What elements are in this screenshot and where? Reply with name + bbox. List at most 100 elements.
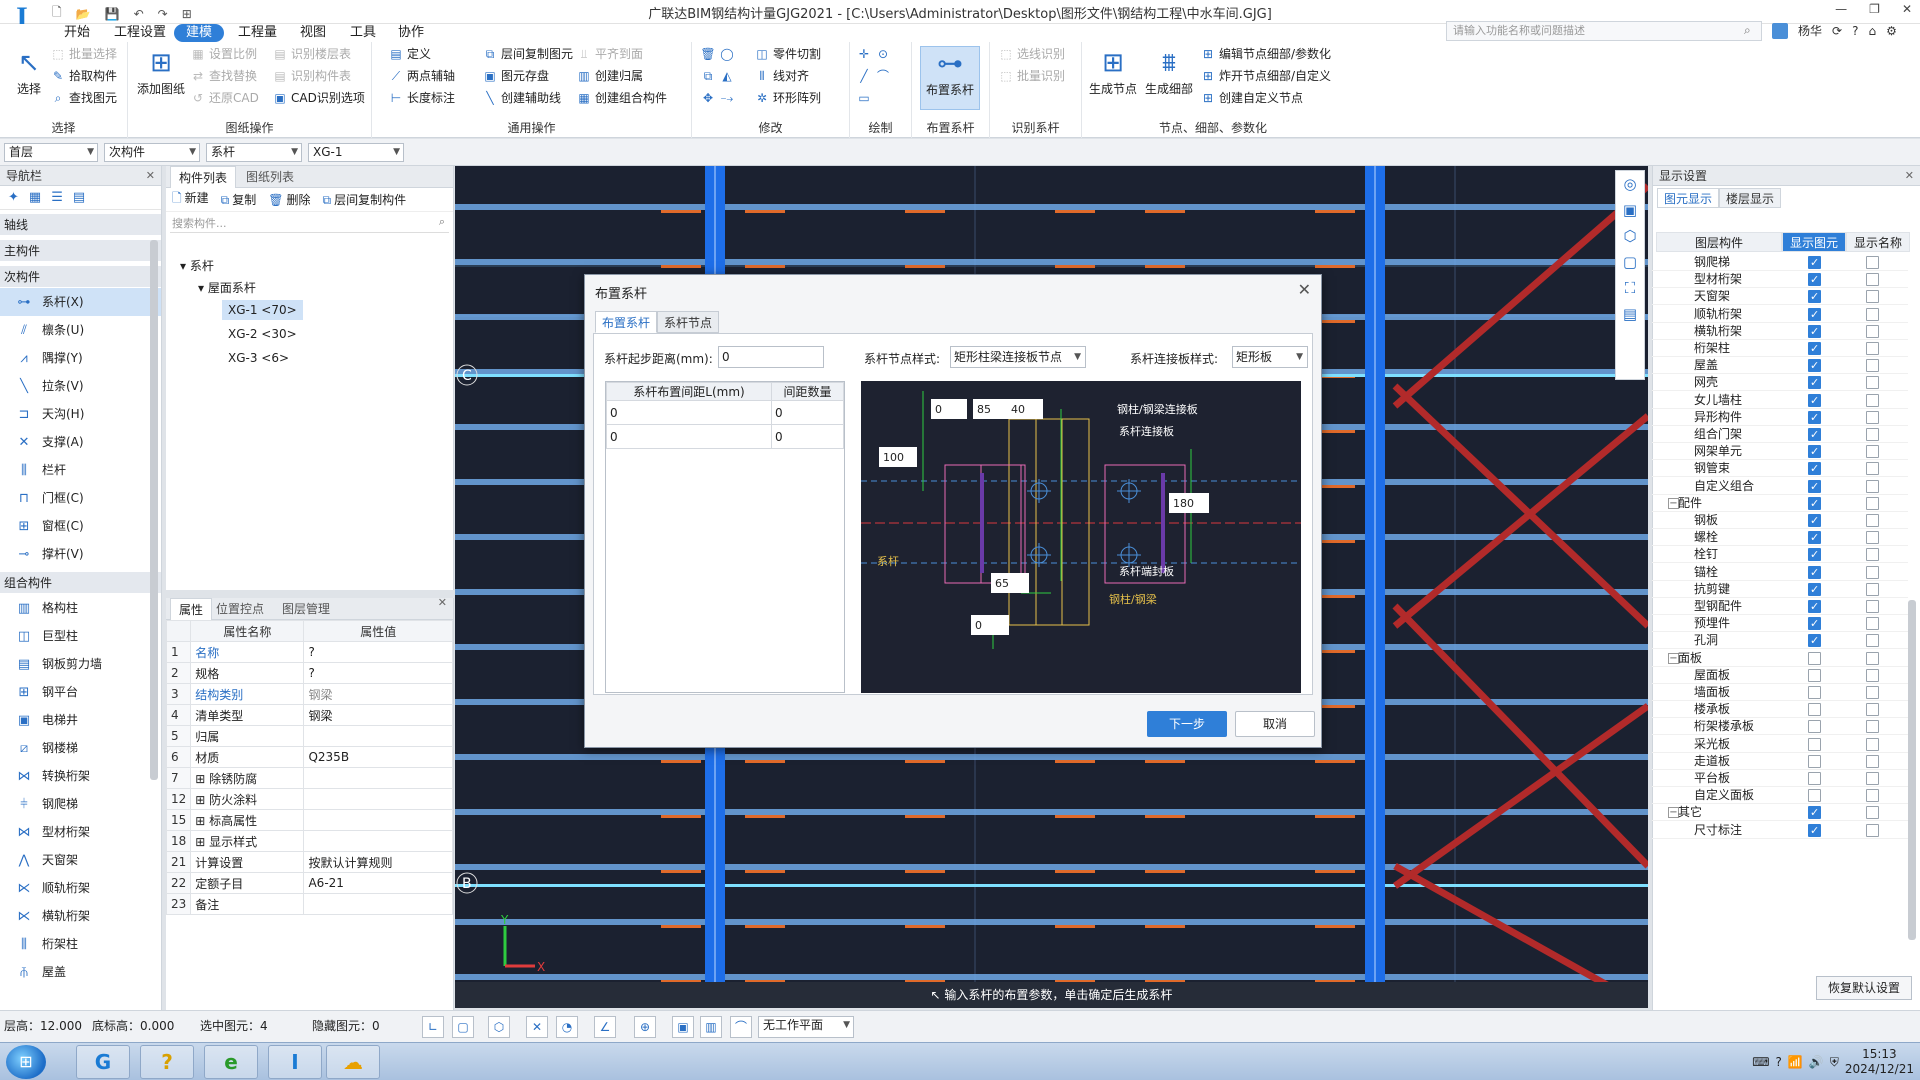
- show-name-checkbox[interactable]: [1866, 462, 1879, 476]
- expand-icon[interactable]: ⊞: [195, 793, 209, 807]
- list-item[interactable]: 螺栓: [1652, 529, 1908, 547]
- create-ownership-button[interactable]: ▥ 创建归属: [576, 66, 643, 86]
- show-name-checkbox[interactable]: [1866, 531, 1879, 545]
- list-item[interactable]: 预埋件: [1652, 615, 1908, 633]
- table-row[interactable]: 3 结构类别 钢梁: [165, 683, 453, 705]
- show-name-checkbox[interactable]: [1866, 256, 1879, 269]
- show-element-checkbox[interactable]: [1808, 720, 1821, 734]
- taskbar-app-browser[interactable]: e: [204, 1045, 258, 1079]
- list-item[interactable]: 钢爬梯: [1652, 254, 1908, 271]
- cad-identify-options-button[interactable]: ▣ CAD识别选项: [272, 88, 365, 108]
- show-element-checkbox[interactable]: [1808, 443, 1821, 460]
- show-element-checkbox[interactable]: [1808, 512, 1821, 529]
- insert-icon[interactable]: ⊕: [634, 1016, 656, 1038]
- tab-arrange-tie-bar[interactable]: 布置系杆: [595, 311, 658, 333]
- explode-node-button[interactable]: ⊞ 炸开节点细部/自定义: [1200, 66, 1331, 86]
- ortho-icon[interactable]: ∟: [422, 1016, 444, 1038]
- copy-component-button[interactable]: ⧉ 复制: [221, 191, 257, 208]
- show-element-checkbox[interactable]: [1808, 546, 1821, 563]
- select-button[interactable]: ↖ 选择: [2, 46, 56, 97]
- nav-cat-axis[interactable]: 轴线: [0, 214, 161, 236]
- function-search-input[interactable]: 请输入功能名称或问题描述: [1446, 21, 1762, 41]
- list-item[interactable]: 顺轨桁架: [1652, 306, 1908, 323]
- show-name-checkbox[interactable]: [1866, 668, 1879, 682]
- nav-item-combo-12[interactable]: ⫼ 桁架柱: [0, 930, 161, 958]
- list-item[interactable]: 栓钉: [1652, 546, 1908, 564]
- copy-tool[interactable]: ⧉ ◭: [700, 66, 738, 86]
- close-icon[interactable]: ✕: [1905, 166, 1914, 186]
- nav-item-combo-0[interactable]: ▥ 格构柱: [0, 594, 161, 622]
- table-row[interactable]: 5 归属: [165, 725, 453, 747]
- show-name-checkbox[interactable]: [1866, 548, 1879, 562]
- line-align-button[interactable]: ⫴ 线对齐: [754, 66, 809, 86]
- list-item[interactable]: 组合门架: [1652, 426, 1908, 443]
- show-element-checkbox[interactable]: [1808, 703, 1821, 717]
- type-select[interactable]: 系杆 ▼: [206, 143, 302, 162]
- restore-cad-button[interactable]: ↺ 还原CAD: [190, 88, 259, 108]
- show-element-checkbox[interactable]: [1808, 409, 1821, 426]
- show-element-checkbox[interactable]: [1808, 598, 1821, 615]
- arrange-tie-bar-button[interactable]: ⊶ 布置系杆: [920, 46, 980, 110]
- show-name-checkbox[interactable]: [1866, 342, 1879, 355]
- nav-item-secondary-7[interactable]: ⊓ 门框(C): [0, 484, 161, 512]
- taskbar-app-gjg[interactable]: I: [268, 1045, 322, 1079]
- tree-group[interactable]: ▾ 屋面系杆: [198, 278, 256, 298]
- prop-value[interactable]: [303, 725, 453, 747]
- select-line-identify-button[interactable]: ⬚ 选线识别: [998, 44, 1065, 64]
- expand-icon[interactable]: ⊞: [195, 835, 209, 849]
- floor-select[interactable]: 首层 ▼: [4, 143, 98, 162]
- menu-modeling[interactable]: 建模: [174, 24, 225, 42]
- cross-select-icon[interactable]: ✕: [526, 1016, 548, 1038]
- show-element-checkbox[interactable]: [1808, 460, 1821, 477]
- show-name-checkbox[interactable]: [1866, 514, 1879, 527]
- show-element-checkbox[interactable]: [1808, 529, 1821, 546]
- volume-icon[interactable]: 🔊: [1809, 1055, 1824, 1069]
- table-row[interactable]: 12 ⊞ 防火涂料: [165, 788, 453, 810]
- spacing-cell[interactable]: 0: [771, 424, 844, 449]
- tab-position-points[interactable]: 位置控点: [208, 598, 272, 620]
- prop-value[interactable]: Q235B: [303, 746, 453, 768]
- show-element-checkbox[interactable]: [1808, 789, 1821, 803]
- create-combo-button[interactable]: ▦ 创建组合构件: [576, 88, 667, 108]
- group-title-draw[interactable]: 绘制: [850, 119, 911, 136]
- nav-item-secondary-0[interactable]: ⊶ 系杆(X): [0, 288, 161, 316]
- spacing-cell[interactable]: 0: [771, 400, 844, 425]
- show-element-checkbox[interactable]: [1808, 686, 1821, 699]
- spacing-cell[interactable]: 0: [605, 400, 773, 425]
- create-custom-node-button[interactable]: ⊞ 创建自定义节点: [1200, 88, 1303, 108]
- show-element-checkbox[interactable]: [1808, 772, 1821, 785]
- list-view-icon[interactable]: ☰: [51, 190, 63, 205]
- table-row[interactable]: 18 ⊞ 显示样式: [165, 830, 453, 852]
- show-element-checkbox[interactable]: [1808, 564, 1821, 581]
- show-element-checkbox[interactable]: [1808, 495, 1821, 512]
- show-element-checkbox[interactable]: [1808, 754, 1821, 768]
- batch-select-button[interactable]: ⬚ 批量选择: [50, 44, 117, 64]
- close-icon[interactable]: ✕: [1298, 280, 1311, 299]
- show-name-checkbox[interactable]: [1866, 806, 1879, 820]
- show-element-checkbox[interactable]: [1808, 374, 1821, 391]
- show-element-checkbox[interactable]: [1808, 632, 1821, 649]
- show-name-checkbox[interactable]: [1866, 428, 1879, 441]
- nav-item-combo-6[interactable]: ⋈ 转换桁架: [0, 762, 161, 790]
- list-item[interactable]: − 面板: [1652, 650, 1908, 667]
- box-icon[interactable]: ▢: [1616, 249, 1644, 275]
- show-element-checkbox[interactable]: [1808, 306, 1821, 323]
- close-icon[interactable]: ✕: [438, 596, 447, 609]
- list-item[interactable]: 屋面板: [1652, 667, 1908, 684]
- pick-component-button[interactable]: ✎ 拾取构件: [50, 66, 117, 86]
- table-row[interactable]: 22 定额子目 A6-21: [165, 872, 453, 894]
- menu-project-settings[interactable]: 工程设置: [108, 24, 172, 42]
- list-item[interactable]: 墙面板: [1652, 684, 1908, 701]
- prop-value[interactable]: ?: [303, 641, 453, 663]
- ring-array-button[interactable]: ✲ 环形阵列: [754, 88, 821, 108]
- start-button[interactable]: ⊞: [6, 1045, 46, 1079]
- list-item[interactable]: 横轨桁架: [1652, 323, 1908, 340]
- show-name-checkbox[interactable]: [1866, 754, 1879, 768]
- search-icon[interactable]: ⌕: [1744, 23, 1751, 38]
- generate-node-button[interactable]: ⊞ 生成节点: [1086, 46, 1140, 97]
- list-item[interactable]: 抗剪键: [1652, 581, 1908, 598]
- show-name-checkbox[interactable]: [1866, 789, 1879, 803]
- help-icon[interactable]: ?: [1852, 24, 1858, 38]
- list-item[interactable]: 楼承板: [1652, 701, 1908, 719]
- part-cut-button[interactable]: ◫ 零件切割: [754, 44, 821, 64]
